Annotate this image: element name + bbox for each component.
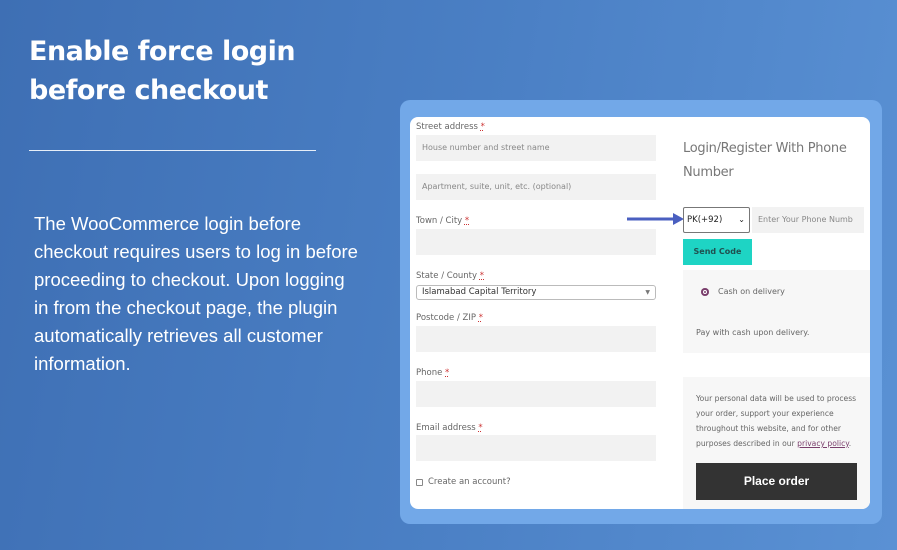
phone-label-text: Phone: [416, 368, 443, 378]
create-account-label: Create an account?: [428, 477, 511, 487]
required-mark: *: [478, 423, 483, 433]
required-mark: *: [478, 313, 483, 323]
phone-number-input[interactable]: Enter Your Phone Numb: [752, 207, 864, 233]
radio-selected[interactable]: [701, 287, 709, 296]
country-code-select[interactable]: PK(+92) ⌄: [683, 207, 750, 233]
checkout-form: Street address * House number and street…: [410, 117, 870, 509]
required-mark: *: [480, 122, 485, 132]
privacy-end: .: [848, 439, 852, 448]
country-code-value: PK(+92): [687, 215, 723, 225]
town-label: Town / City *: [416, 216, 469, 226]
apartment-input[interactable]: Apartment, suite, unit, etc. (optional): [416, 174, 656, 200]
town-label-text: Town / City: [416, 216, 463, 226]
create-account-checkbox[interactable]: [416, 478, 423, 486]
page-title: Enable force login before checkout: [29, 36, 296, 106]
privacy-policy-link[interactable]: privacy policy: [797, 439, 849, 448]
required-mark: *: [464, 216, 470, 226]
description: The WooCommerce login before checkout re…: [34, 213, 358, 374]
state-label-text: State / County: [416, 271, 478, 281]
privacy-text: Your personal data will be used to proce…: [696, 391, 864, 451]
street-label: Street address *: [416, 122, 485, 132]
dropdown-arrow-icon: ▼: [645, 289, 650, 296]
street-label-text: Street address: [416, 122, 478, 132]
phone-label: Phone *: [416, 368, 449, 378]
chevron-down-icon: ⌄: [738, 215, 745, 224]
town-input[interactable]: [416, 229, 656, 255]
postcode-label-text: Postcode / ZIP: [416, 313, 477, 323]
payment-method-label: Cash on delivery: [718, 287, 785, 296]
street-input[interactable]: House number and street name: [416, 135, 656, 161]
divider: [29, 150, 316, 151]
send-code-button[interactable]: Send Code: [683, 239, 752, 265]
privacy-box: Your personal data will be used to proce…: [683, 377, 870, 509]
login-title: Login/Register With Phone Number: [683, 141, 847, 180]
email-label: Email address *: [416, 423, 483, 433]
state-select[interactable]: Islamabad Capital Territory ▼: [416, 285, 656, 300]
payment-option-cod[interactable]: Cash on delivery: [701, 287, 785, 296]
email-label-text: Email address: [416, 423, 476, 433]
payment-note: Pay with cash upon delivery.: [696, 328, 810, 337]
phone-input[interactable]: [416, 381, 656, 407]
postcode-label: Postcode / ZIP *: [416, 313, 483, 323]
arrow-icon: [627, 213, 684, 225]
payment-box: Cash on delivery Pay with cash upon deli…: [683, 270, 870, 353]
email-input[interactable]: [416, 435, 656, 461]
state-label: State / County *: [416, 271, 484, 281]
postcode-input[interactable]: [416, 326, 656, 352]
state-value: Islamabad Capital Territory: [422, 287, 537, 297]
create-account-option[interactable]: Create an account?: [416, 477, 511, 487]
place-order-button[interactable]: Place order: [696, 463, 857, 500]
required-mark: *: [479, 271, 484, 281]
required-mark: *: [445, 368, 450, 378]
